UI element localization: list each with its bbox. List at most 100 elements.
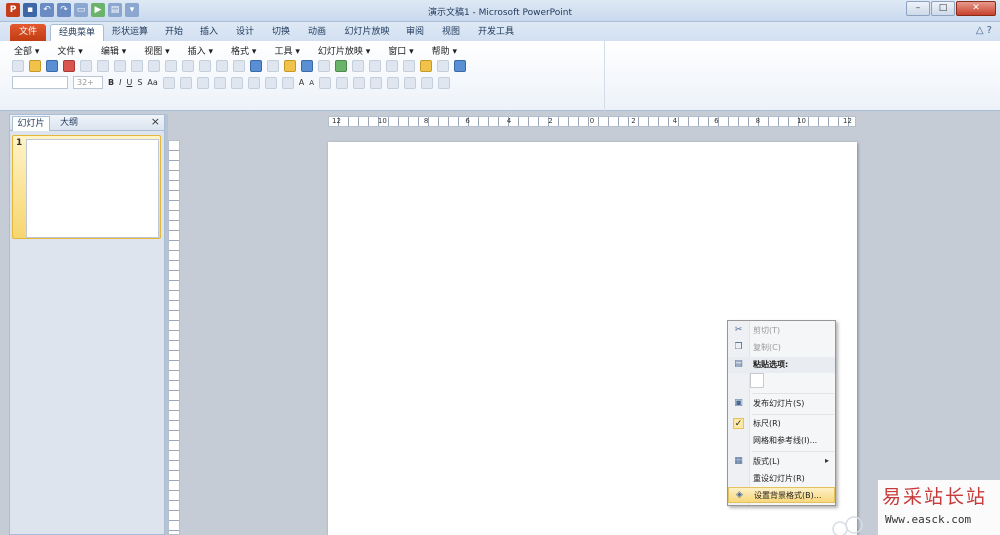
- copy-icon[interactable]: [199, 60, 211, 72]
- format-painter-icon[interactable]: [233, 60, 245, 72]
- shape-fill-icon[interactable]: [387, 76, 400, 89]
- cut-icon[interactable]: [182, 60, 194, 72]
- submenu-arrow-icon: ▸: [824, 456, 829, 465]
- minimize-button[interactable]: –: [906, 1, 930, 16]
- menu-item-format-background[interactable]: ◈ 设置背景格式(B)...: [728, 487, 835, 503]
- menu-item-paste-options: ▤ 粘贴选项:: [728, 357, 835, 373]
- menu-help[interactable]: 帮助 ▾: [426, 43, 463, 58]
- tab-transitions[interactable]: 切换: [265, 24, 297, 41]
- zoom-icon[interactable]: [437, 60, 449, 72]
- menu-file[interactable]: 文件 ▾: [51, 43, 88, 58]
- research-icon[interactable]: [165, 60, 177, 72]
- tab-view[interactable]: 视图: [435, 24, 467, 41]
- undo-icon[interactable]: [250, 60, 262, 72]
- chart-icon[interactable]: [284, 60, 296, 72]
- tab-slideshow[interactable]: 幻灯片放映: [338, 24, 396, 41]
- tab-review[interactable]: 审阅: [399, 24, 431, 41]
- menu-item-copy[interactable]: ❐ 复制(C): [728, 340, 835, 356]
- tab-file[interactable]: 文件: [10, 24, 46, 41]
- tab-shape-ops[interactable]: 形状运算: [106, 24, 154, 41]
- save-icon[interactable]: [46, 60, 58, 72]
- menu-separator: [752, 414, 834, 415]
- align-center-icon[interactable]: [179, 76, 192, 89]
- tab-animations[interactable]: 动画: [301, 24, 333, 41]
- new-slide-layout-icon[interactable]: [370, 76, 383, 89]
- copy-icon: ❐: [734, 342, 743, 352]
- email-icon[interactable]: [97, 60, 109, 72]
- ruler-label: 8: [423, 117, 429, 125]
- ruler-label: 2: [548, 117, 553, 125]
- picture-icon[interactable]: [318, 60, 330, 72]
- close-button[interactable]: ✕: [956, 1, 996, 16]
- menu-item-reset-slide[interactable]: 重设幻灯片(R): [728, 471, 835, 487]
- tab-classic-menu[interactable]: 经典菜单: [50, 24, 104, 41]
- redo-icon[interactable]: [267, 60, 279, 72]
- paste-icon[interactable]: [216, 60, 228, 72]
- clipart-icon[interactable]: [335, 60, 347, 72]
- increase-indent-icon[interactable]: [336, 76, 349, 89]
- slide-thumbnail[interactable]: [26, 139, 159, 238]
- bold-button[interactable]: B: [108, 78, 114, 87]
- italic-button[interactable]: I: [119, 78, 121, 87]
- menu-tools[interactable]: 工具 ▾: [268, 43, 305, 58]
- design-icon[interactable]: [353, 76, 366, 89]
- text-shadow-button[interactable]: S: [137, 78, 142, 87]
- help-icon[interactable]: △ ?: [976, 25, 992, 36]
- decrease-indent-icon[interactable]: [319, 76, 332, 89]
- tab-design[interactable]: 设计: [229, 24, 261, 41]
- menu-item-grid-guides[interactable]: 网格和参考线(I)...: [728, 433, 835, 449]
- tab-slides[interactable]: 幻灯片: [12, 116, 50, 131]
- menu-view[interactable]: 视图 ▾: [138, 43, 175, 58]
- classic-menu-bar: 全部 ▾ 文件 ▾ 编辑 ▾ 视图 ▾ 插入 ▾ 格式 ▾ 工具 ▾ 幻灯片放映…: [8, 43, 469, 58]
- tab-insert[interactable]: 插入: [193, 24, 225, 41]
- tab-developer[interactable]: 开发工具: [472, 24, 520, 41]
- menu-item-layout[interactable]: ▦ 版式(L) ▸: [728, 454, 835, 470]
- maximize-button[interactable]: □: [931, 1, 955, 16]
- menu-insert[interactable]: 插入 ▾: [182, 43, 219, 58]
- bullets-icon[interactable]: [264, 76, 277, 89]
- spelling-icon[interactable]: [148, 60, 160, 72]
- menu-item-cut[interactable]: ✂ 剪切(T): [728, 323, 835, 339]
- print-icon[interactable]: [114, 60, 126, 72]
- more-options-icon[interactable]: [438, 76, 451, 89]
- menu-slideshow[interactable]: 幻灯片放映 ▾: [312, 43, 376, 58]
- change-case-button[interactable]: Aa: [147, 78, 157, 87]
- menu-edit[interactable]: 编辑 ▾: [95, 43, 132, 58]
- tab-home[interactable]: 开始: [158, 24, 190, 41]
- font-shrink-button[interactable]: A: [309, 79, 314, 87]
- columns-icon[interactable]: [247, 76, 260, 89]
- justify-icon[interactable]: [213, 76, 226, 89]
- menu-format[interactable]: 格式 ▾: [225, 43, 262, 58]
- paste-option-button[interactable]: [750, 373, 764, 388]
- folder-icon[interactable]: [420, 60, 432, 72]
- new-slide-icon[interactable]: [369, 60, 381, 72]
- slide-thumbnail-selected[interactable]: 1: [12, 135, 161, 239]
- tab-outline[interactable]: 大纲: [54, 116, 84, 131]
- help-icon[interactable]: [454, 60, 466, 72]
- pdf-icon[interactable]: [63, 60, 75, 72]
- numbering-icon[interactable]: [281, 76, 294, 89]
- font-name-combo[interactable]: [12, 76, 68, 89]
- table-icon[interactable]: [301, 60, 313, 72]
- align-right-icon[interactable]: [196, 76, 209, 89]
- color-grayscale-icon[interactable]: [352, 60, 364, 72]
- permission-icon[interactable]: [80, 60, 92, 72]
- text-direction-icon[interactable]: [230, 76, 243, 89]
- font-size-combo[interactable]: 32+: [73, 76, 103, 89]
- pane-close-icon[interactable]: ×: [151, 115, 160, 128]
- menu-item-publish-slides[interactable]: ▣ 发布幻灯片(S): [728, 396, 835, 412]
- open-folder-icon[interactable]: [29, 60, 41, 72]
- underline-button[interactable]: U: [126, 78, 132, 87]
- menu-window[interactable]: 窗口 ▾: [382, 43, 419, 58]
- shape-outline-icon[interactable]: [404, 76, 417, 89]
- font-grow-button[interactable]: A: [299, 78, 304, 87]
- vertical-ruler: [168, 140, 180, 535]
- textbox-icon[interactable]: [403, 60, 415, 72]
- shape-effects-icon[interactable]: [421, 76, 434, 89]
- menu-all[interactable]: 全部 ▾: [8, 43, 45, 58]
- menu-item-ruler[interactable]: ✓ 标尺(R): [728, 416, 835, 432]
- align-left-icon[interactable]: [162, 76, 175, 89]
- print-preview-icon[interactable]: [131, 60, 143, 72]
- slide-layout-icon[interactable]: [386, 60, 398, 72]
- new-document-icon[interactable]: [12, 60, 24, 72]
